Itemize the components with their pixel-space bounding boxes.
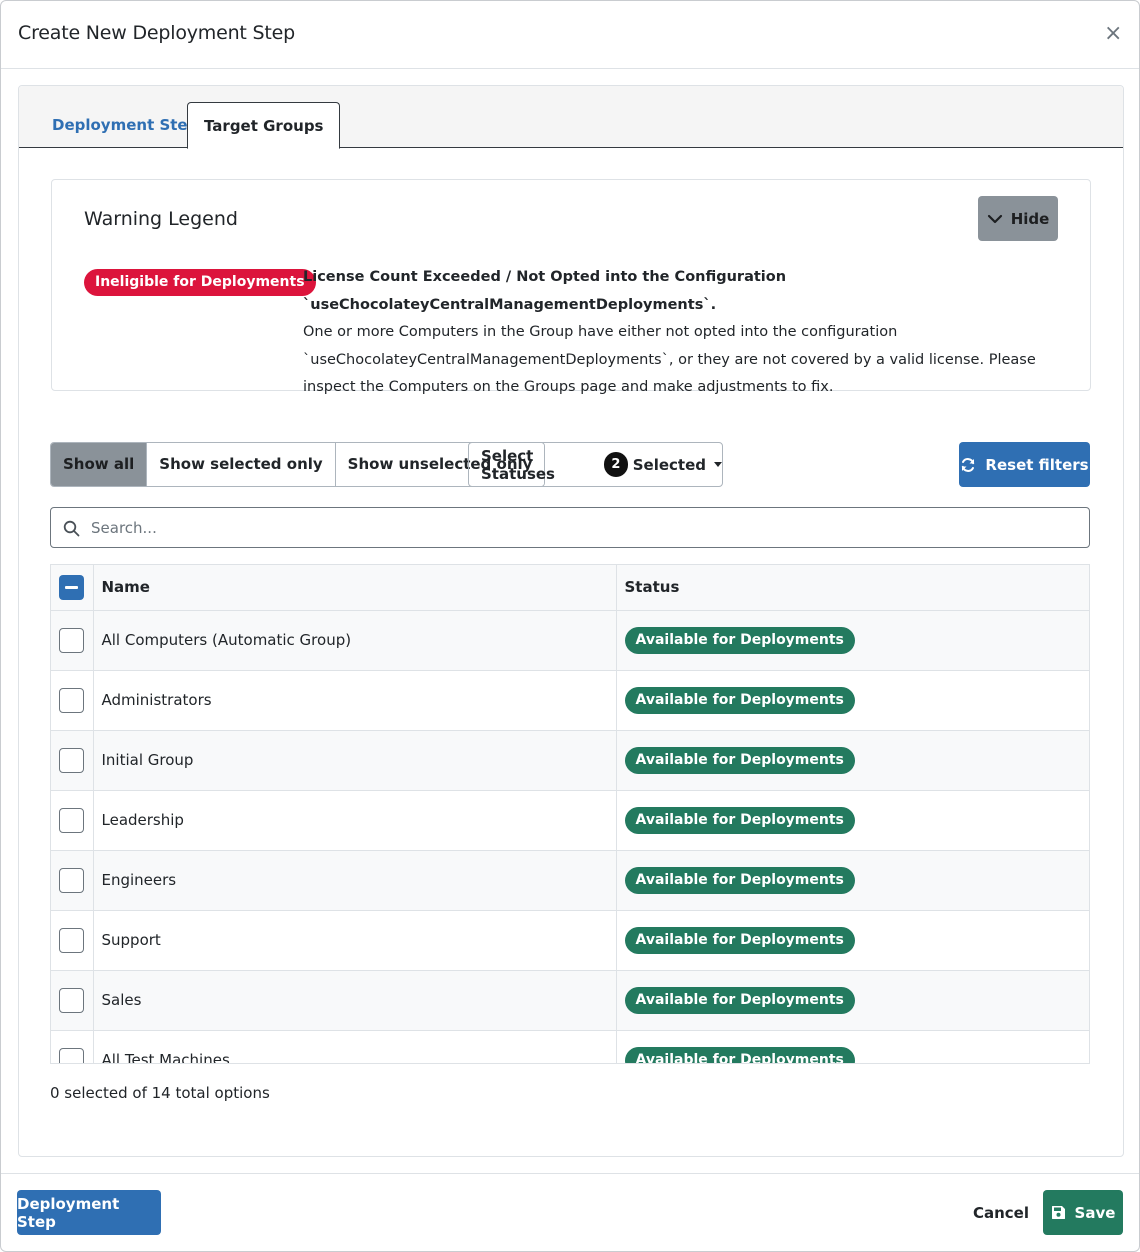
- table-row[interactable]: All Test Machines Available for Deployme…: [51, 1030, 1089, 1063]
- status-badge: Available for Deployments: [624, 926, 855, 954]
- column-header-name[interactable]: Name: [93, 565, 617, 611]
- row-checkbox[interactable]: [59, 747, 85, 773]
- status-badge: Available for Deployments: [624, 686, 855, 714]
- status-cell: Available for Deployments: [616, 970, 1089, 1031]
- create-deployment-step-modal: Create New Deployment Step × Deployment …: [0, 0, 1140, 1252]
- status-cell: Available for Deployments: [616, 850, 1089, 911]
- row-checkbox-cell: [51, 910, 94, 971]
- status-badge: Available for Deployments: [624, 626, 855, 654]
- row-checkbox-cell: [51, 730, 94, 791]
- modal-footer: Deployment Step Cancel Save: [1, 1173, 1139, 1251]
- deployment-step-button[interactable]: Deployment Step: [17, 1190, 161, 1235]
- table-header-row: Name Status: [51, 565, 1089, 611]
- group-name: Support: [93, 910, 617, 971]
- status-cell: Available for Deployments: [616, 670, 1089, 731]
- select-statuses-label: Select Statuses: [481, 446, 555, 483]
- row-checkbox-cell: [51, 670, 94, 731]
- search-icon: [63, 520, 80, 537]
- status-selected-label: Selected: [632, 455, 706, 474]
- caret-down-icon: [714, 462, 722, 467]
- status-cell: Available for Deployments: [616, 910, 1089, 971]
- table-row[interactable]: Initial Group Available for Deployments: [51, 730, 1089, 791]
- save-button[interactable]: Save: [1043, 1190, 1123, 1235]
- status-cell: Available for Deployments: [616, 610, 1089, 671]
- modal-title: Create New Deployment Step: [18, 22, 295, 44]
- row-checkbox[interactable]: [59, 687, 85, 713]
- status-cell: Available for Deployments: [616, 790, 1089, 851]
- selection-summary: 0 selected of 14 total options: [50, 1084, 270, 1102]
- table-row[interactable]: Administrators Available for Deployments: [51, 670, 1089, 731]
- card-body: Show all Show selected only Show unselec…: [18, 85, 1124, 1157]
- row-checkbox-cell: [51, 610, 94, 671]
- row-checkbox[interactable]: [59, 867, 85, 893]
- group-name: Initial Group: [93, 730, 617, 791]
- modal-header: Create New Deployment Step ×: [1, 1, 1139, 69]
- row-checkbox-cell: [51, 970, 94, 1031]
- cancel-button[interactable]: Cancel: [961, 1190, 1041, 1235]
- show-all-button[interactable]: Show all: [51, 443, 148, 486]
- group-name: All Test Machines: [93, 1030, 617, 1063]
- row-checkbox[interactable]: [59, 627, 85, 653]
- status-cell: Available for Deployments: [616, 730, 1089, 791]
- table-row[interactable]: Leadership Available for Deployments: [51, 790, 1089, 851]
- save-label: Save: [1074, 1203, 1116, 1222]
- search-input[interactable]: [91, 508, 1081, 547]
- show-selected-only-button[interactable]: Show selected only: [147, 443, 336, 486]
- group-name: All Computers (Automatic Group): [93, 610, 617, 671]
- status-badge: Available for Deployments: [624, 806, 855, 834]
- table-row[interactable]: Sales Available for Deployments: [51, 970, 1089, 1031]
- table-row[interactable]: Support Available for Deployments: [51, 910, 1089, 971]
- row-checkbox-cell: [51, 850, 94, 911]
- table-row[interactable]: All Computers (Automatic Group) Availabl…: [51, 610, 1089, 671]
- group-name: Engineers: [93, 850, 617, 911]
- status-count-badge: 2: [604, 452, 628, 477]
- search-field[interactable]: [50, 507, 1090, 548]
- status-badge: Available for Deployments: [624, 1046, 855, 1063]
- row-checkbox[interactable]: [59, 807, 85, 833]
- row-checkbox-cell: [51, 1030, 94, 1063]
- refresh-icon: [962, 457, 975, 472]
- target-groups-table: Name Status All Computers (Automatic Gro…: [50, 564, 1090, 1064]
- select-all-checkbox[interactable]: [59, 574, 85, 600]
- status-badge: Available for Deployments: [624, 986, 855, 1014]
- table-row[interactable]: Engineers Available for Deployments: [51, 850, 1089, 911]
- group-name: Leadership: [93, 790, 617, 851]
- row-checkbox[interactable]: [59, 987, 85, 1013]
- row-checkbox[interactable]: [59, 927, 85, 953]
- select-all-cell: [51, 565, 94, 611]
- select-statuses-dropdown[interactable]: Select Statuses 2 Selected: [468, 442, 723, 487]
- status-badge: Available for Deployments: [624, 746, 855, 774]
- column-header-status[interactable]: Status: [616, 565, 1089, 611]
- reset-filters-label: Reset filters: [985, 455, 1089, 474]
- row-checkbox[interactable]: [59, 1047, 85, 1063]
- status-cell: Available for Deployments: [616, 1030, 1089, 1063]
- status-badge: Available for Deployments: [624, 866, 855, 894]
- close-icon[interactable]: ×: [1104, 23, 1122, 45]
- floppy-disk-icon: [1051, 1206, 1065, 1219]
- row-checkbox-cell: [51, 790, 94, 851]
- reset-filters-button[interactable]: Reset filters: [959, 442, 1090, 487]
- group-name: Sales: [93, 970, 617, 1031]
- group-name: Administrators: [93, 670, 617, 731]
